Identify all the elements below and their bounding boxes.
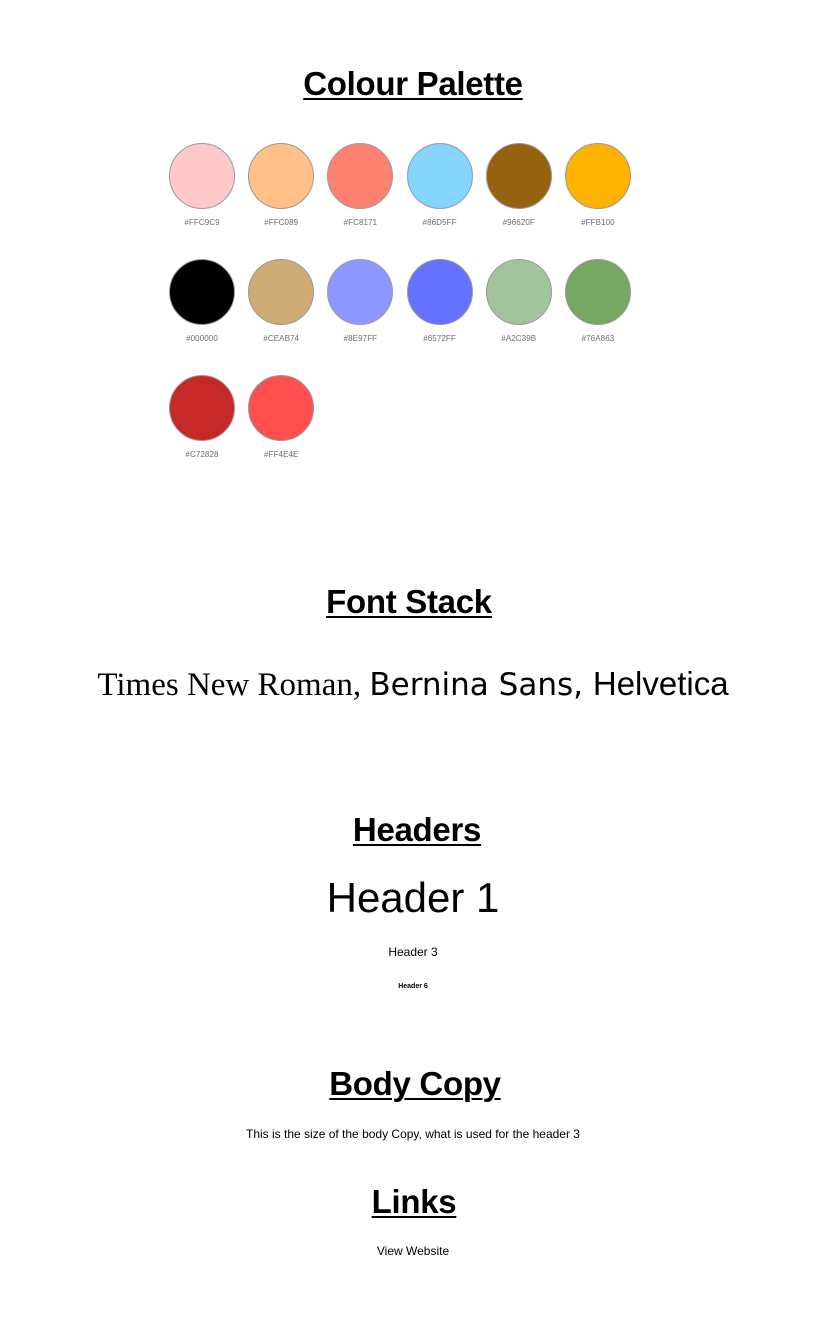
colour-swatch: #000000: [169, 259, 235, 344]
swatch-hex-label: #6572FF: [423, 334, 456, 343]
swatch-circle: [169, 259, 235, 325]
colour-swatch: #6572FF: [406, 259, 473, 344]
swatch-circle: [406, 143, 473, 209]
colour-swatch: #76A863: [564, 259, 631, 344]
swatch-hex-label: #FF4E4E: [263, 450, 299, 459]
view-website-link[interactable]: View Website: [377, 1244, 449, 1258]
swatch-circle: [327, 259, 394, 325]
link-sample: View Website: [0, 1244, 826, 1259]
header-3-sample: Header 3: [388, 945, 438, 959]
swatch-hex-label: #C72828: [185, 450, 219, 459]
colour-swatch: #CEAB74: [248, 259, 315, 344]
swatch-circle: [248, 375, 315, 441]
colour-swatch: #86D5FF: [406, 143, 473, 228]
font-separator: ,: [352, 667, 370, 703]
colour-swatch: #C72828: [169, 375, 235, 460]
swatch-hex-label: #FC8171: [343, 218, 378, 227]
headers-title: Headers: [352, 811, 482, 848]
swatch-hex-label: #000000: [186, 334, 218, 343]
colour-swatch: #A2C39B: [485, 259, 552, 344]
swatch-circle: [485, 259, 552, 325]
colour-swatch: #FC8171: [327, 143, 394, 228]
swatch-circle: [169, 375, 235, 441]
swatch-hex-label: #8E97FF: [343, 334, 378, 343]
body-copy-title: Body Copy: [329, 1065, 501, 1102]
colour-palette-title: Colour Palette: [303, 65, 523, 102]
font-separator: ,: [573, 667, 593, 703]
colour-swatch: #96620F: [485, 143, 552, 228]
swatch-circle: [564, 143, 631, 209]
colour-swatch: #FF4E4E: [248, 375, 315, 460]
swatch-circle: [406, 259, 473, 325]
font-stack-title: Font Stack: [326, 583, 492, 620]
swatch-circle: [248, 259, 315, 325]
swatch-hex-label: #86D5FF: [422, 218, 457, 227]
swatch-grid: #FFC9C9 #FFC089 #FC8171 #86D5FF #96620F #FFB1…: [169, 143, 649, 460]
links-title: Links: [371, 1183, 457, 1220]
swatch-hex-label: #A2C39B: [501, 334, 537, 343]
colour-swatch: #8E97FF: [327, 259, 394, 344]
header-1-sample: Header 1: [326, 874, 500, 921]
swatch-hex-label: #CEAB74: [263, 334, 300, 343]
swatch-hex-label: #FFC9C9: [184, 218, 220, 227]
swatch-circle: [564, 259, 631, 325]
colour-swatch: #FFC9C9: [169, 143, 235, 228]
font-times-new-roman: Times New Roman: [97, 667, 353, 703]
font-helvetica: Helvetica: [592, 665, 729, 702]
swatch-hex-label: #FFB100: [581, 218, 615, 227]
swatch-hex-label: #76A863: [581, 334, 615, 343]
swatch-hex-label: #96620F: [502, 218, 535, 227]
swatch-circle: [248, 143, 315, 209]
font-bernina-sans: Bernina Sans: [369, 667, 574, 703]
swatch-circle: [485, 143, 552, 209]
header-6-sample: Header 6: [398, 983, 428, 990]
colour-palette: #FFC9C9 #FFC089 #FC8171 #86D5FF #96620F #FFB1…: [169, 143, 649, 460]
swatch-circle: [327, 143, 394, 209]
body-copy-sample: This is the size of the body Copy, what …: [246, 1127, 580, 1141]
swatch-hex-label: #FFC089: [264, 218, 299, 227]
colour-swatch: #FFC089: [248, 143, 315, 228]
colour-swatch: #FFB100: [564, 143, 631, 228]
swatch-circle: [169, 143, 235, 209]
font-stack-sample: Times New Roman, Bernina Sans, Helvetica: [0, 664, 826, 705]
